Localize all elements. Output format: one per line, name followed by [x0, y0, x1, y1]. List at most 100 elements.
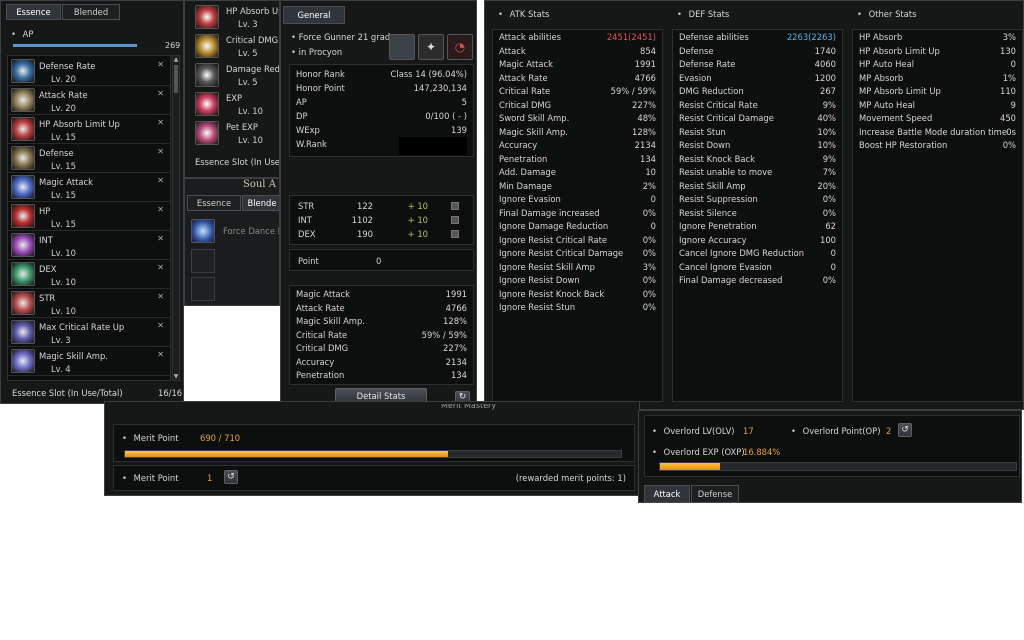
- close-icon[interactable]: ✕: [157, 147, 164, 156]
- essence-item[interactable]: INT Lv. 10 ✕: [8, 231, 170, 260]
- essence-item-name: STR: [39, 293, 56, 303]
- tab-attack[interactable]: Attack: [644, 485, 690, 503]
- tab-defense[interactable]: Defense: [691, 485, 739, 503]
- atk-stats-header: • ATK Stats: [498, 9, 549, 19]
- tab-blended[interactable]: Blended: [62, 4, 120, 20]
- blended-list: HP Absorb Up Lv. 3 Critical DMG Lv. 5 Damage…: [185, 1, 279, 151]
- tab-blended-2[interactable]: Blende: [242, 195, 279, 211]
- empty-slot[interactable]: [191, 249, 215, 273]
- blended-item[interactable]: Damage Redu Lv. 5: [185, 61, 279, 90]
- close-icon[interactable]: ✕: [157, 292, 164, 301]
- def-stat-row-value: 4060: [814, 59, 836, 69]
- critical-dmg-icon: [195, 34, 219, 58]
- stat-decrease-icon[interactable]: [451, 230, 459, 238]
- empty-slot[interactable]: [191, 277, 215, 301]
- summary-row-value: 134: [451, 370, 467, 380]
- close-icon[interactable]: ✕: [157, 263, 164, 272]
- essence-item[interactable]: HP Lv. 15 ✕: [8, 202, 170, 231]
- other-stat-row: Movement Speed 450: [853, 112, 1022, 126]
- bullet-icon: •: [122, 433, 127, 443]
- atk-stat-row-label: Ignore Resist Skill Amp: [499, 261, 595, 272]
- merit-reset-icon[interactable]: ↺: [224, 470, 238, 484]
- tab-essence[interactable]: Essence: [6, 4, 61, 20]
- wing-emblem-icon[interactable]: ✦: [418, 34, 444, 60]
- honor-info-row-label: Honor Point: [296, 83, 345, 93]
- atk-stat-row: Sword Skill Amp. 48%: [493, 112, 662, 126]
- bullet-icon: •: [122, 473, 127, 483]
- summary-row: Accuracy 2134: [290, 356, 473, 370]
- close-icon[interactable]: ✕: [157, 60, 164, 69]
- essence-item[interactable]: STR Lv. 10 ✕: [8, 289, 170, 318]
- other-stat-row: Boost HP Restoration 0%: [853, 139, 1022, 153]
- atk-stat-row-label: Min Damage: [499, 180, 552, 191]
- rank-emblem-icon[interactable]: [389, 34, 415, 60]
- blended-item[interactable]: EXP Lv. 10: [185, 90, 279, 119]
- scroll-up-icon[interactable]: ▲: [173, 56, 179, 63]
- honor-info-row-value: 5: [461, 97, 467, 107]
- essence-item[interactable]: Magic Attack Lv. 15 ✕: [8, 173, 170, 202]
- essence-item[interactable]: HP Absorb Limit Up Lv. 15 ✕: [8, 115, 170, 144]
- essence-item[interactable]: Defense Lv. 15 ✕: [8, 144, 170, 173]
- honor-info-row-value: 147,230,134: [413, 83, 467, 93]
- atk-stat-row-label: Ignore Damage Reduction: [499, 221, 609, 231]
- close-icon[interactable]: ✕: [157, 118, 164, 127]
- scroll-thumb[interactable]: [174, 65, 178, 93]
- def-stat-row-label: Resist unable to move: [679, 167, 773, 177]
- essence-item-name: Attack Rate: [39, 90, 88, 100]
- close-icon[interactable]: ✕: [157, 234, 164, 243]
- stat-decrease-icon[interactable]: [451, 216, 459, 224]
- atk-stat-row: Critical Rate 59% / 59%: [493, 85, 662, 99]
- merit-point-label-2: Merit Point: [133, 473, 179, 483]
- soul-title: Soul A: [243, 179, 276, 190]
- essence-scrollbar[interactable]: ▲ ▼: [172, 55, 180, 381]
- essence-item[interactable]: Attack Rate Lv. 20 ✕: [8, 86, 170, 115]
- stat-decrease-icon[interactable]: [451, 202, 459, 210]
- def-stat-row: Resist Suppression 0%: [673, 193, 842, 207]
- essence-item-level: Lv. 10: [51, 277, 76, 287]
- essence-item[interactable]: Defense Rate Lv. 20 ✕: [8, 57, 170, 86]
- atk-stat-row: Attack 854: [493, 45, 662, 59]
- force-dance-icon[interactable]: [191, 219, 215, 243]
- blended-item[interactable]: Critical DMG Lv. 5: [185, 32, 279, 61]
- essence-item[interactable]: DEX Lv. 10 ✕: [8, 260, 170, 289]
- tab-essence-2[interactable]: Essence: [187, 195, 241, 211]
- def-stat-row-value: 0%: [822, 207, 836, 218]
- character-name: • Force Gunner 21 grad: [291, 32, 396, 42]
- close-icon[interactable]: ✕: [157, 321, 164, 330]
- honor-info-row: Honor Point 147,230,134: [290, 82, 473, 96]
- def-stat-row: Resist Down 10%: [673, 139, 842, 153]
- pet-exp-icon: [195, 121, 219, 145]
- summary-row-label: Magic Attack: [296, 289, 351, 299]
- atk-stat-row: Magic Attack 1991: [493, 58, 662, 72]
- def-stat-row: Final Damage decreased 0%: [673, 274, 842, 288]
- close-icon[interactable]: ✕: [157, 205, 164, 214]
- base-stat-row: INT 1102 + 10: [290, 213, 473, 227]
- essence-item-level: Lv. 20: [51, 103, 76, 113]
- atk-stat-row: Ignore Resist Stun 0%: [493, 301, 662, 315]
- exp-icon: [195, 92, 219, 116]
- def-stat-row-value: 0%: [822, 275, 836, 285]
- close-icon[interactable]: ✕: [157, 350, 164, 359]
- gauge-emblem-icon[interactable]: ◔: [447, 34, 473, 60]
- scroll-down-icon[interactable]: ▼: [173, 373, 179, 380]
- tab-general[interactable]: General: [283, 6, 345, 24]
- bullet-icon: •: [652, 426, 657, 436]
- close-icon[interactable]: ✕: [157, 176, 164, 185]
- close-icon[interactable]: ✕: [157, 89, 164, 98]
- oxp-value: 16.884%: [743, 447, 781, 457]
- atk-stat-row: Min Damage 2%: [493, 180, 662, 194]
- blended-item[interactable]: Pet EXP Lv. 10: [185, 119, 279, 148]
- essence-item[interactable]: Max Critical Rate Up Lv. 3 ✕: [8, 318, 170, 347]
- op-reset-icon[interactable]: ↺: [898, 423, 912, 437]
- atk-stat-row: Add. Damage 10: [493, 166, 662, 180]
- blended-item[interactable]: HP Absorb Up Lv. 3: [185, 3, 279, 32]
- atk-stat-row: Ignore Evasion 0: [493, 193, 662, 207]
- blended-window: HP Absorb Up Lv. 3 Critical DMG Lv. 5 Damage…: [184, 0, 280, 178]
- detail-stats-window: • ATK Stats • DEF Stats • Other Stats At…: [484, 0, 1024, 410]
- def-stat-row: Resist Stun 10%: [673, 126, 842, 140]
- ap-bar-fill: [13, 44, 137, 47]
- essence-item[interactable]: Magic Skill Amp. Lv. 4 ✕: [8, 347, 170, 376]
- stat-value: 190: [357, 229, 373, 239]
- atk-stat-row-value: 0%: [642, 288, 656, 299]
- hp-absorb-up-icon: [195, 5, 219, 29]
